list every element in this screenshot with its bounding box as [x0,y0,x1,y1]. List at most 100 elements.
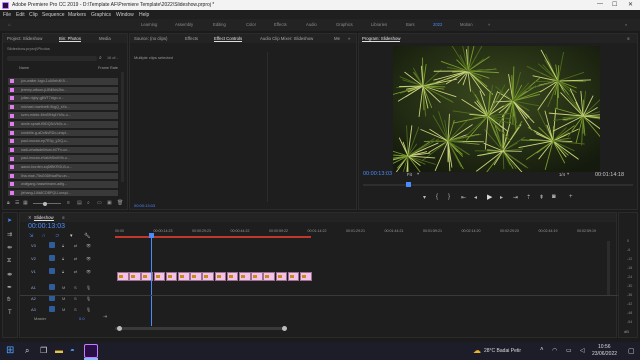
bin-list-item[interactable]: paul-mocan-eVaklhSmKHk-u... [8,155,118,162]
notification-icon[interactable]: ▢ [628,347,635,355]
menu-clip[interactable]: Clip [29,12,38,18]
track-target-v3[interactable]: V3 [31,243,36,248]
add-marker-icon[interactable]: ▾ [423,194,426,201]
bin-scrollbar[interactable] [121,72,124,182]
premiere-taskbar-icon[interactable] [84,344,98,358]
track-target-a1[interactable]: A1 [31,285,36,290]
column-name[interactable]: Name [19,66,29,70]
timeline-clip[interactable] [287,272,300,281]
bin-list-item[interactable]: michael-martinelli-9kgQ_sXs... [8,103,118,111]
microphone-icon[interactable]: 🎙︎ [86,296,91,301]
timeline-clip[interactable] [251,272,263,281]
eye-icon[interactable]: 👁︎ [86,243,91,248]
bin-list-item[interactable]: paul-mocan-ep7R3p_y2IQ-u... [8,138,118,145]
track-source-patch-v3[interactable] [49,242,55,248]
timeline-clip[interactable] [202,272,214,281]
menu-graphics[interactable]: Graphics [91,12,111,18]
menu-sequence[interactable]: Sequence [42,12,65,18]
pen-tool-icon[interactable]: ✒︎ [7,284,12,291]
workspace-effects[interactable]: Effects [274,22,287,27]
search-icon[interactable]: ⌕ [99,55,102,61]
lock-icon[interactable]: 🔒︎ [7,200,10,206]
column-frame-rate[interactable]: Frame Rate [98,66,118,70]
bin-list-item[interactable]: nadi-whatisdelirium-bl7Fn-un... [8,146,118,154]
microphone-icon[interactable]: 🎙︎ [86,285,91,290]
workspace-assembly[interactable]: Assembly [175,22,193,27]
workspace-learning[interactable]: Learning [141,22,157,27]
workspace-bars[interactable]: Bars [406,22,415,27]
menu-window[interactable]: Window [116,12,134,18]
tab-source[interactable]: Source: (no clips) [134,36,167,41]
bin-list-item[interactable]: julian-rigby-gjlWT7ctgo-u... [8,95,118,102]
fit-dropdown[interactable]: Fit [407,172,412,177]
trash-icon[interactable]: 🗑︎ [117,200,123,206]
workspace-audio[interactable]: Audio [306,22,317,27]
scrollbar-left-handle[interactable] [117,326,122,331]
bin-list-item[interactable]: sven-mieke-MmSfHq4Yk9c-u... [8,112,118,119]
home-icon[interactable]: ⌂ [8,22,11,27]
clock-time[interactable]: 10:56 [598,344,611,350]
timeline-scrollbar[interactable] [115,327,285,330]
mute-icon[interactable]: M [62,285,65,290]
eye-icon[interactable]: 👁︎ [86,256,91,261]
zoom-slider[interactable] [33,203,61,204]
tab-metadata[interactable]: Me [334,36,340,41]
tab-effect-controls[interactable]: Effect Controls [214,36,243,42]
new-item-icon[interactable]: ▣ [107,200,112,206]
tab-audio-clip-mixer[interactable]: Audio Clip Mixer: Slideshow [260,36,313,41]
timeline-vertical-scrollbar[interactable] [607,241,610,295]
panel-more-icon[interactable]: » [348,36,350,41]
weather-text[interactable]: 28°C Badai Petir [484,348,521,354]
mark-out-icon[interactable]: } [448,194,450,200]
bin-list-item[interactable]: nordelle-g-aDoNvRDo-unspl... [8,129,118,137]
go-to-out-icon[interactable]: ⇥ [513,194,518,201]
go-to-in-icon[interactable]: ⇤ [461,194,466,201]
solo-icon[interactable]: S [74,307,77,312]
bin-list-item[interactable]: aaron-burden-sqDfBKRGLB-u... [8,164,118,171]
timeline-clip[interactable] [275,272,288,281]
hand-tool-icon[interactable]: ✋︎ [7,297,10,304]
bin-list-item[interactable]: jon-walter-lugo-1uU6eh4K9... [8,78,118,85]
panel-menu-icon[interactable]: ≡ [627,36,630,41]
track-source-patch-a1[interactable] [49,284,55,290]
bin-list-item[interactable]: wolfgang-hasselmann-adfg... [8,181,118,188]
tab-bin-photos[interactable]: Bin: Photos [59,36,81,42]
search-icon[interactable]: ⌕ [625,22,627,27]
extract-icon[interactable]: ⇞ [539,194,544,201]
lock-icon[interactable]: 🔒︎ [62,243,64,248]
solo-icon[interactable]: S [74,296,77,301]
search-icon[interactable]: ⌕ [25,346,29,356]
bin-list-item[interactable]: annie-spratt-f0tDQ3oVk0c-u... [8,121,118,128]
zoom-slider-handle[interactable] [43,201,47,206]
close-icon[interactable]: ✕ [28,215,32,221]
workspace-libraries[interactable]: Libraries [371,22,387,27]
sort-icon[interactable]: ≡ [67,200,70,206]
sync-lock-icon[interactable]: ⇄ [74,256,77,261]
timeline-clip[interactable] [153,272,166,281]
new-bin-icon[interactable]: ▭ [97,200,102,206]
program-time-ruler[interactable] [363,184,633,186]
work-area-bar[interactable] [115,236,311,238]
timeline-clip[interactable] [165,272,178,281]
workspace-editing[interactable]: Editing [213,22,226,27]
timeline-clip[interactable] [214,272,227,281]
timeline-clip[interactable] [226,272,239,281]
close-button[interactable]: ✕ [628,1,633,8]
go-to-end-icon[interactable]: ⇥ [103,314,107,320]
insert-sequence-icon[interactable]: ⇲ [29,233,33,239]
add-marker-icon[interactable]: ▾ [70,233,73,239]
workspace-color[interactable]: Color [246,22,256,27]
ripple-edit-tool-icon[interactable]: ⇹ [7,244,12,251]
track-target-a3[interactable]: A3 [31,307,36,312]
resolution-dropdown[interactable]: 1/4 [559,172,565,177]
icon-view-icon[interactable]: ▦ [23,200,28,206]
menu-file[interactable]: File [3,12,11,18]
workspace-2022[interactable]: 2022 [433,22,442,27]
menu-help[interactable]: Help [139,12,149,18]
sync-lock-icon[interactable]: ⇄ [74,269,77,274]
tab-sequence-slideshow[interactable]: Slideshow [34,215,54,221]
linked-selection-icon[interactable]: ⊃ [55,233,59,239]
tab-effects[interactable]: Effects [185,36,198,41]
program-playhead[interactable] [406,182,411,187]
snap-icon[interactable]: ∩ [42,233,46,239]
